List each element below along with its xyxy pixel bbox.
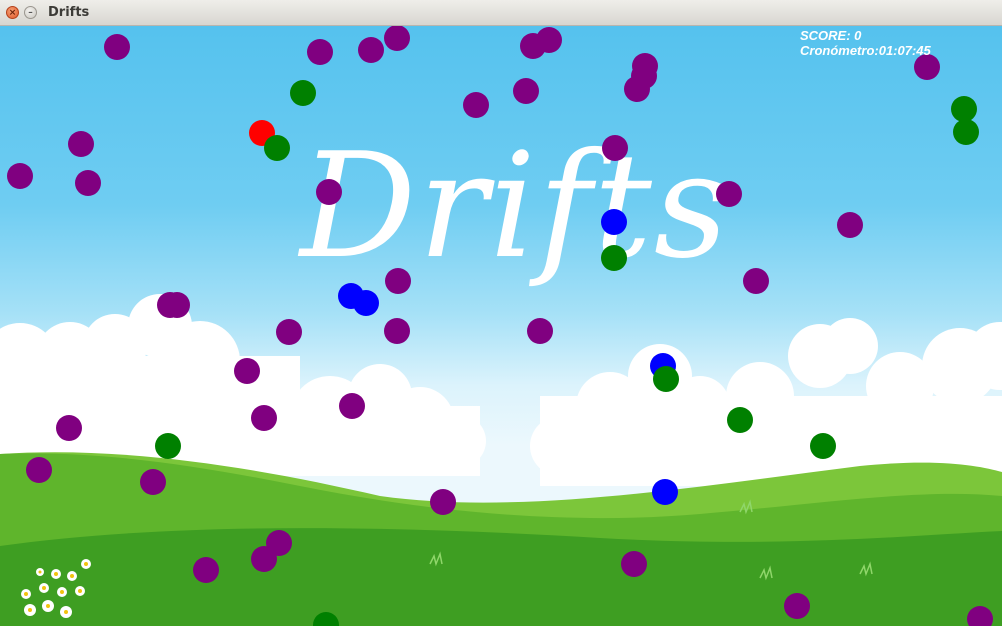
purple-ball[interactable] xyxy=(384,26,410,51)
game-canvas[interactable]: Drifts SCORE: 0 Cronómetro:01:07:45 xyxy=(0,26,1002,626)
purple-ball[interactable] xyxy=(307,39,333,65)
purple-ball[interactable] xyxy=(193,557,219,583)
purple-ball[interactable] xyxy=(385,268,411,294)
window-title: Drifts xyxy=(48,5,90,20)
green-ball[interactable] xyxy=(155,433,181,459)
green-ball[interactable] xyxy=(290,80,316,106)
purple-ball[interactable] xyxy=(75,170,101,196)
hud: SCORE: 0 Cronómetro:01:07:45 xyxy=(800,28,931,58)
background-scene xyxy=(0,294,1002,626)
purple-ball[interactable] xyxy=(234,358,260,384)
purple-ball[interactable] xyxy=(26,457,52,483)
purple-ball[interactable] xyxy=(967,606,993,626)
purple-ball[interactable] xyxy=(251,546,277,572)
green-ball[interactable] xyxy=(810,433,836,459)
purple-ball[interactable] xyxy=(384,318,410,344)
blue-ball[interactable] xyxy=(601,209,627,235)
purple-ball[interactable] xyxy=(784,593,810,619)
blue-ball[interactable] xyxy=(652,479,678,505)
green-ball[interactable] xyxy=(601,245,627,271)
purple-ball[interactable] xyxy=(164,292,190,318)
timer-label: Cronómetro:01:07:45 xyxy=(800,43,931,58)
purple-ball[interactable] xyxy=(716,181,742,207)
green-ball[interactable] xyxy=(264,135,290,161)
purple-ball[interactable] xyxy=(536,27,562,53)
purple-ball[interactable] xyxy=(624,76,650,102)
front-hill xyxy=(0,528,1002,626)
purple-ball[interactable] xyxy=(621,551,647,577)
purple-ball[interactable] xyxy=(358,37,384,63)
purple-ball[interactable] xyxy=(743,268,769,294)
purple-ball[interactable] xyxy=(104,34,130,60)
purple-ball[interactable] xyxy=(463,92,489,118)
purple-ball[interactable] xyxy=(316,179,342,205)
blue-ball[interactable] xyxy=(353,290,379,316)
purple-ball[interactable] xyxy=(7,163,33,189)
purple-ball[interactable] xyxy=(602,135,628,161)
game-logo-text: Drifts xyxy=(300,122,731,291)
purple-ball[interactable] xyxy=(837,212,863,238)
green-ball[interactable] xyxy=(727,407,753,433)
purple-ball[interactable] xyxy=(56,415,82,441)
purple-ball[interactable] xyxy=(527,318,553,344)
purple-ball[interactable] xyxy=(276,319,302,345)
purple-ball[interactable] xyxy=(339,393,365,419)
minimize-window-button[interactable]: – xyxy=(24,6,37,19)
green-ball[interactable] xyxy=(953,119,979,145)
green-ball[interactable] xyxy=(653,366,679,392)
window-titlebar: × – Drifts xyxy=(0,0,1002,26)
purple-ball[interactable] xyxy=(251,405,277,431)
purple-ball[interactable] xyxy=(430,489,456,515)
purple-ball[interactable] xyxy=(68,131,94,157)
score-label: SCORE: 0 xyxy=(800,28,862,43)
purple-ball[interactable] xyxy=(513,78,539,104)
close-window-button[interactable]: × xyxy=(6,6,19,19)
purple-ball[interactable] xyxy=(140,469,166,495)
